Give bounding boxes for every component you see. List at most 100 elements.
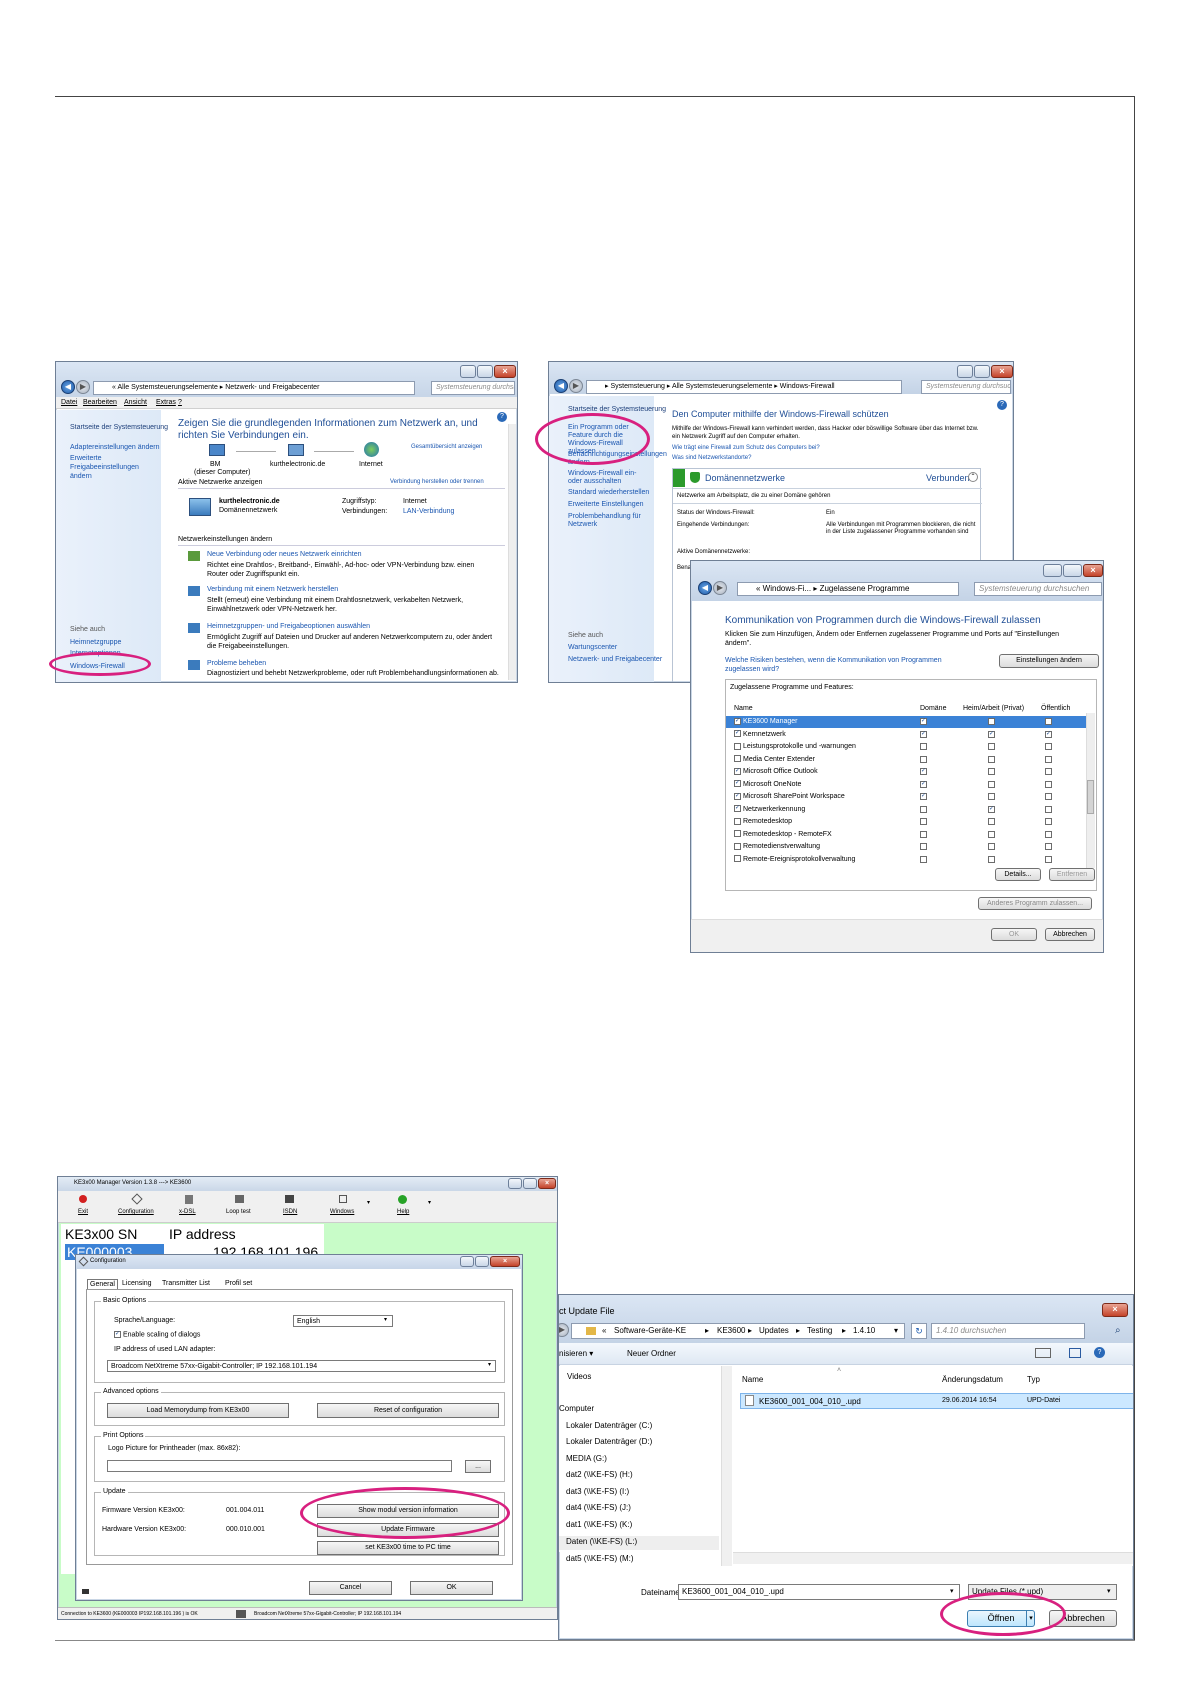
close-button[interactable]: × [1083, 564, 1103, 577]
sidebar-item-adapter[interactable]: Adaptereinstellungen ändern [70, 444, 160, 451]
public-checkbox[interactable] [1045, 755, 1052, 763]
new-folder-button[interactable]: Neuer Ordner [627, 1349, 676, 1358]
public-checkbox[interactable] [1045, 855, 1052, 863]
menu-edit[interactable]: Bearbeiten [83, 399, 117, 406]
minimize-button[interactable] [508, 1178, 522, 1189]
private-checkbox[interactable] [988, 855, 995, 863]
refresh-button[interactable]: ↻ [911, 1323, 927, 1339]
search-input[interactable]: Systemsteuerung durchsuchen [921, 380, 1011, 394]
column-domain[interactable]: Domäne [920, 703, 946, 715]
maximize-button[interactable] [974, 365, 990, 378]
private-checkbox[interactable] [988, 818, 995, 825]
tab-profil-set[interactable]: Profil set [225, 1280, 252, 1287]
toolbar-xdsl[interactable]: x-DSL [179, 1209, 196, 1215]
program-enabled-checkbox[interactable] [734, 817, 741, 825]
breadcrumb[interactable]: « Software-Geräte-KE ▸ KE3600 ▸ Updates … [571, 1323, 905, 1339]
toolbar-loop-test[interactable]: Loop test [226, 1209, 251, 1215]
breadcrumb-overflow[interactable]: « [602, 1324, 606, 1338]
organize-button[interactable]: nisieren ▾ [559, 1349, 593, 1358]
public-checkbox[interactable] [1045, 830, 1052, 838]
domain-checkbox[interactable]: ✓ [920, 780, 927, 788]
private-checkbox[interactable]: ✓ [988, 730, 995, 738]
private-checkbox[interactable] [988, 755, 995, 763]
public-checkbox[interactable] [1045, 780, 1052, 788]
close-button[interactable]: × [490, 1256, 520, 1267]
close-button[interactable]: × [991, 365, 1013, 378]
domain-checkbox[interactable]: ✓ [920, 718, 927, 725]
sidebar-item-restore[interactable]: Standard wiederherstellen [568, 489, 649, 496]
update-firmware-button[interactable]: Update Firmware [317, 1523, 499, 1537]
table-row[interactable]: Leistungsprotokolle und -warnungen [726, 741, 1098, 753]
filename-input[interactable]: KE3600_001_004_010_.upd [678, 1584, 960, 1600]
breadcrumb-dropdown-icon[interactable]: ▾ [894, 1324, 898, 1338]
see-also-network-center[interactable]: Netzwerk- und Freigabecenter [568, 656, 662, 663]
private-checkbox[interactable] [988, 793, 995, 800]
cancel-button[interactable]: Abbrechen [1045, 928, 1095, 941]
full-map-link[interactable]: Gesamtübersicht anzeigen [411, 444, 482, 450]
table-row[interactable]: ✓ Netzwerkerkennung ✓ [726, 804, 1098, 816]
cancel-button[interactable]: Abbrechen [1049, 1610, 1117, 1627]
sidebar-item-sharing[interactable]: Erweiterte Freigabeeinstellungen ändern [70, 454, 156, 481]
table-row[interactable]: Remotedienstverwaltung [726, 841, 1098, 853]
task-connect[interactable]: Verbindung mit einem Netzwerk herstellen [207, 586, 338, 593]
minimize-button[interactable] [1043, 564, 1062, 577]
public-checkbox[interactable] [1045, 805, 1052, 813]
menu-view[interactable]: Ansicht [124, 399, 147, 406]
program-enabled-checkbox[interactable]: ✓ [734, 780, 741, 788]
preview-pane-icon[interactable] [1069, 1348, 1081, 1358]
filename-dropdown-icon[interactable]: ▾ [950, 1587, 954, 1595]
address-bar[interactable]: « Windows-Fi... ▸ Zugelassene Programme [737, 582, 959, 596]
show-version-button[interactable]: Show modul version information [317, 1504, 499, 1518]
view-options-icon[interactable] [1035, 1348, 1051, 1358]
close-button[interactable]: × [1102, 1303, 1128, 1317]
toolbar-exit[interactable]: Exit [78, 1209, 88, 1215]
task-troubleshoot[interactable]: Probleme beheben [207, 660, 266, 667]
table-row[interactable]: ✓ Microsoft OneNote ✓ [726, 779, 1098, 791]
private-checkbox[interactable] [988, 843, 995, 850]
back-button[interactable]: ◀ [61, 380, 75, 394]
sidebar-item-notifications[interactable]: Benachrichtigungseinstellungen ändern [568, 451, 667, 467]
public-checkbox[interactable] [1045, 768, 1052, 775]
tree-item-drive-k[interactable]: dat1 (\\KE-FS) (K:) [566, 1520, 632, 1529]
adapter-dropdown-icon[interactable]: ▾ [488, 1361, 491, 1368]
ok-button[interactable]: OK [410, 1581, 493, 1595]
domain-checkbox[interactable] [920, 843, 927, 850]
maximize-button[interactable] [523, 1178, 537, 1189]
sidebar-item-troubleshoot[interactable]: Problembehandlung für Netzwerk [568, 513, 648, 529]
private-checkbox[interactable] [988, 743, 995, 750]
help-dropdown-icon[interactable]: ▾ [428, 1199, 431, 1206]
menu-extras[interactable]: Extras [156, 399, 176, 406]
forward-button[interactable]: ▶ [569, 379, 583, 393]
toolbar-configuration[interactable]: Configuration [118, 1209, 154, 1215]
breadcrumb-item-updates[interactable]: Updates [759, 1324, 789, 1338]
tree-item-drive-i[interactable]: dat3 (\\KE-FS) (I:) [566, 1487, 629, 1496]
maximize-button[interactable] [475, 1256, 489, 1267]
table-row[interactable]: Remotedesktop - RemoteFX [726, 829, 1098, 841]
tree-item-drive-m[interactable]: dat5 (\\KE-FS) (M:) [566, 1554, 634, 1563]
public-checkbox[interactable] [1045, 718, 1052, 725]
public-checkbox[interactable] [1045, 818, 1052, 825]
domain-checkbox[interactable] [920, 755, 927, 763]
minimize-button[interactable] [460, 1256, 474, 1267]
file-type-filter[interactable]: Update Files (*.upd) [968, 1584, 1117, 1600]
domain-checkbox[interactable] [920, 818, 927, 825]
task-new-connection[interactable]: Neue Verbindung oder neues Netzwerk einr… [207, 551, 362, 558]
toolbar-help[interactable]: Help [397, 1209, 409, 1215]
remove-button[interactable]: Entfernen [1049, 868, 1095, 881]
sidebar-item-home[interactable]: Startseite der Systemsteuerung [568, 406, 666, 413]
program-enabled-checkbox[interactable] [734, 742, 741, 750]
scaling-checkbox[interactable]: ✓ [114, 1331, 121, 1338]
lan-connection-link[interactable]: LAN-Verbindung [403, 508, 454, 515]
column-name[interactable]: Name [742, 1375, 763, 1384]
breadcrumb-item-ke3600[interactable]: KE3600 [717, 1324, 745, 1338]
program-enabled-checkbox[interactable] [734, 842, 741, 850]
breadcrumb-item-testing[interactable]: Testing [807, 1324, 832, 1338]
program-enabled-checkbox[interactable]: ✓ [734, 717, 741, 725]
domain-checkbox[interactable] [920, 805, 927, 813]
see-also-firewall[interactable]: Windows-Firewall [70, 663, 125, 670]
column-type[interactable]: Typ [1027, 1375, 1040, 1384]
table-row[interactable]: ✓ Kernnetzwerk ✓ ✓ ✓ [726, 729, 1098, 741]
tree-item-drive-j[interactable]: dat4 (\\KE-FS) (J:) [566, 1503, 631, 1512]
back-button[interactable]: ◀ [554, 379, 568, 393]
tab-licensing[interactable]: Licensing [122, 1280, 152, 1287]
